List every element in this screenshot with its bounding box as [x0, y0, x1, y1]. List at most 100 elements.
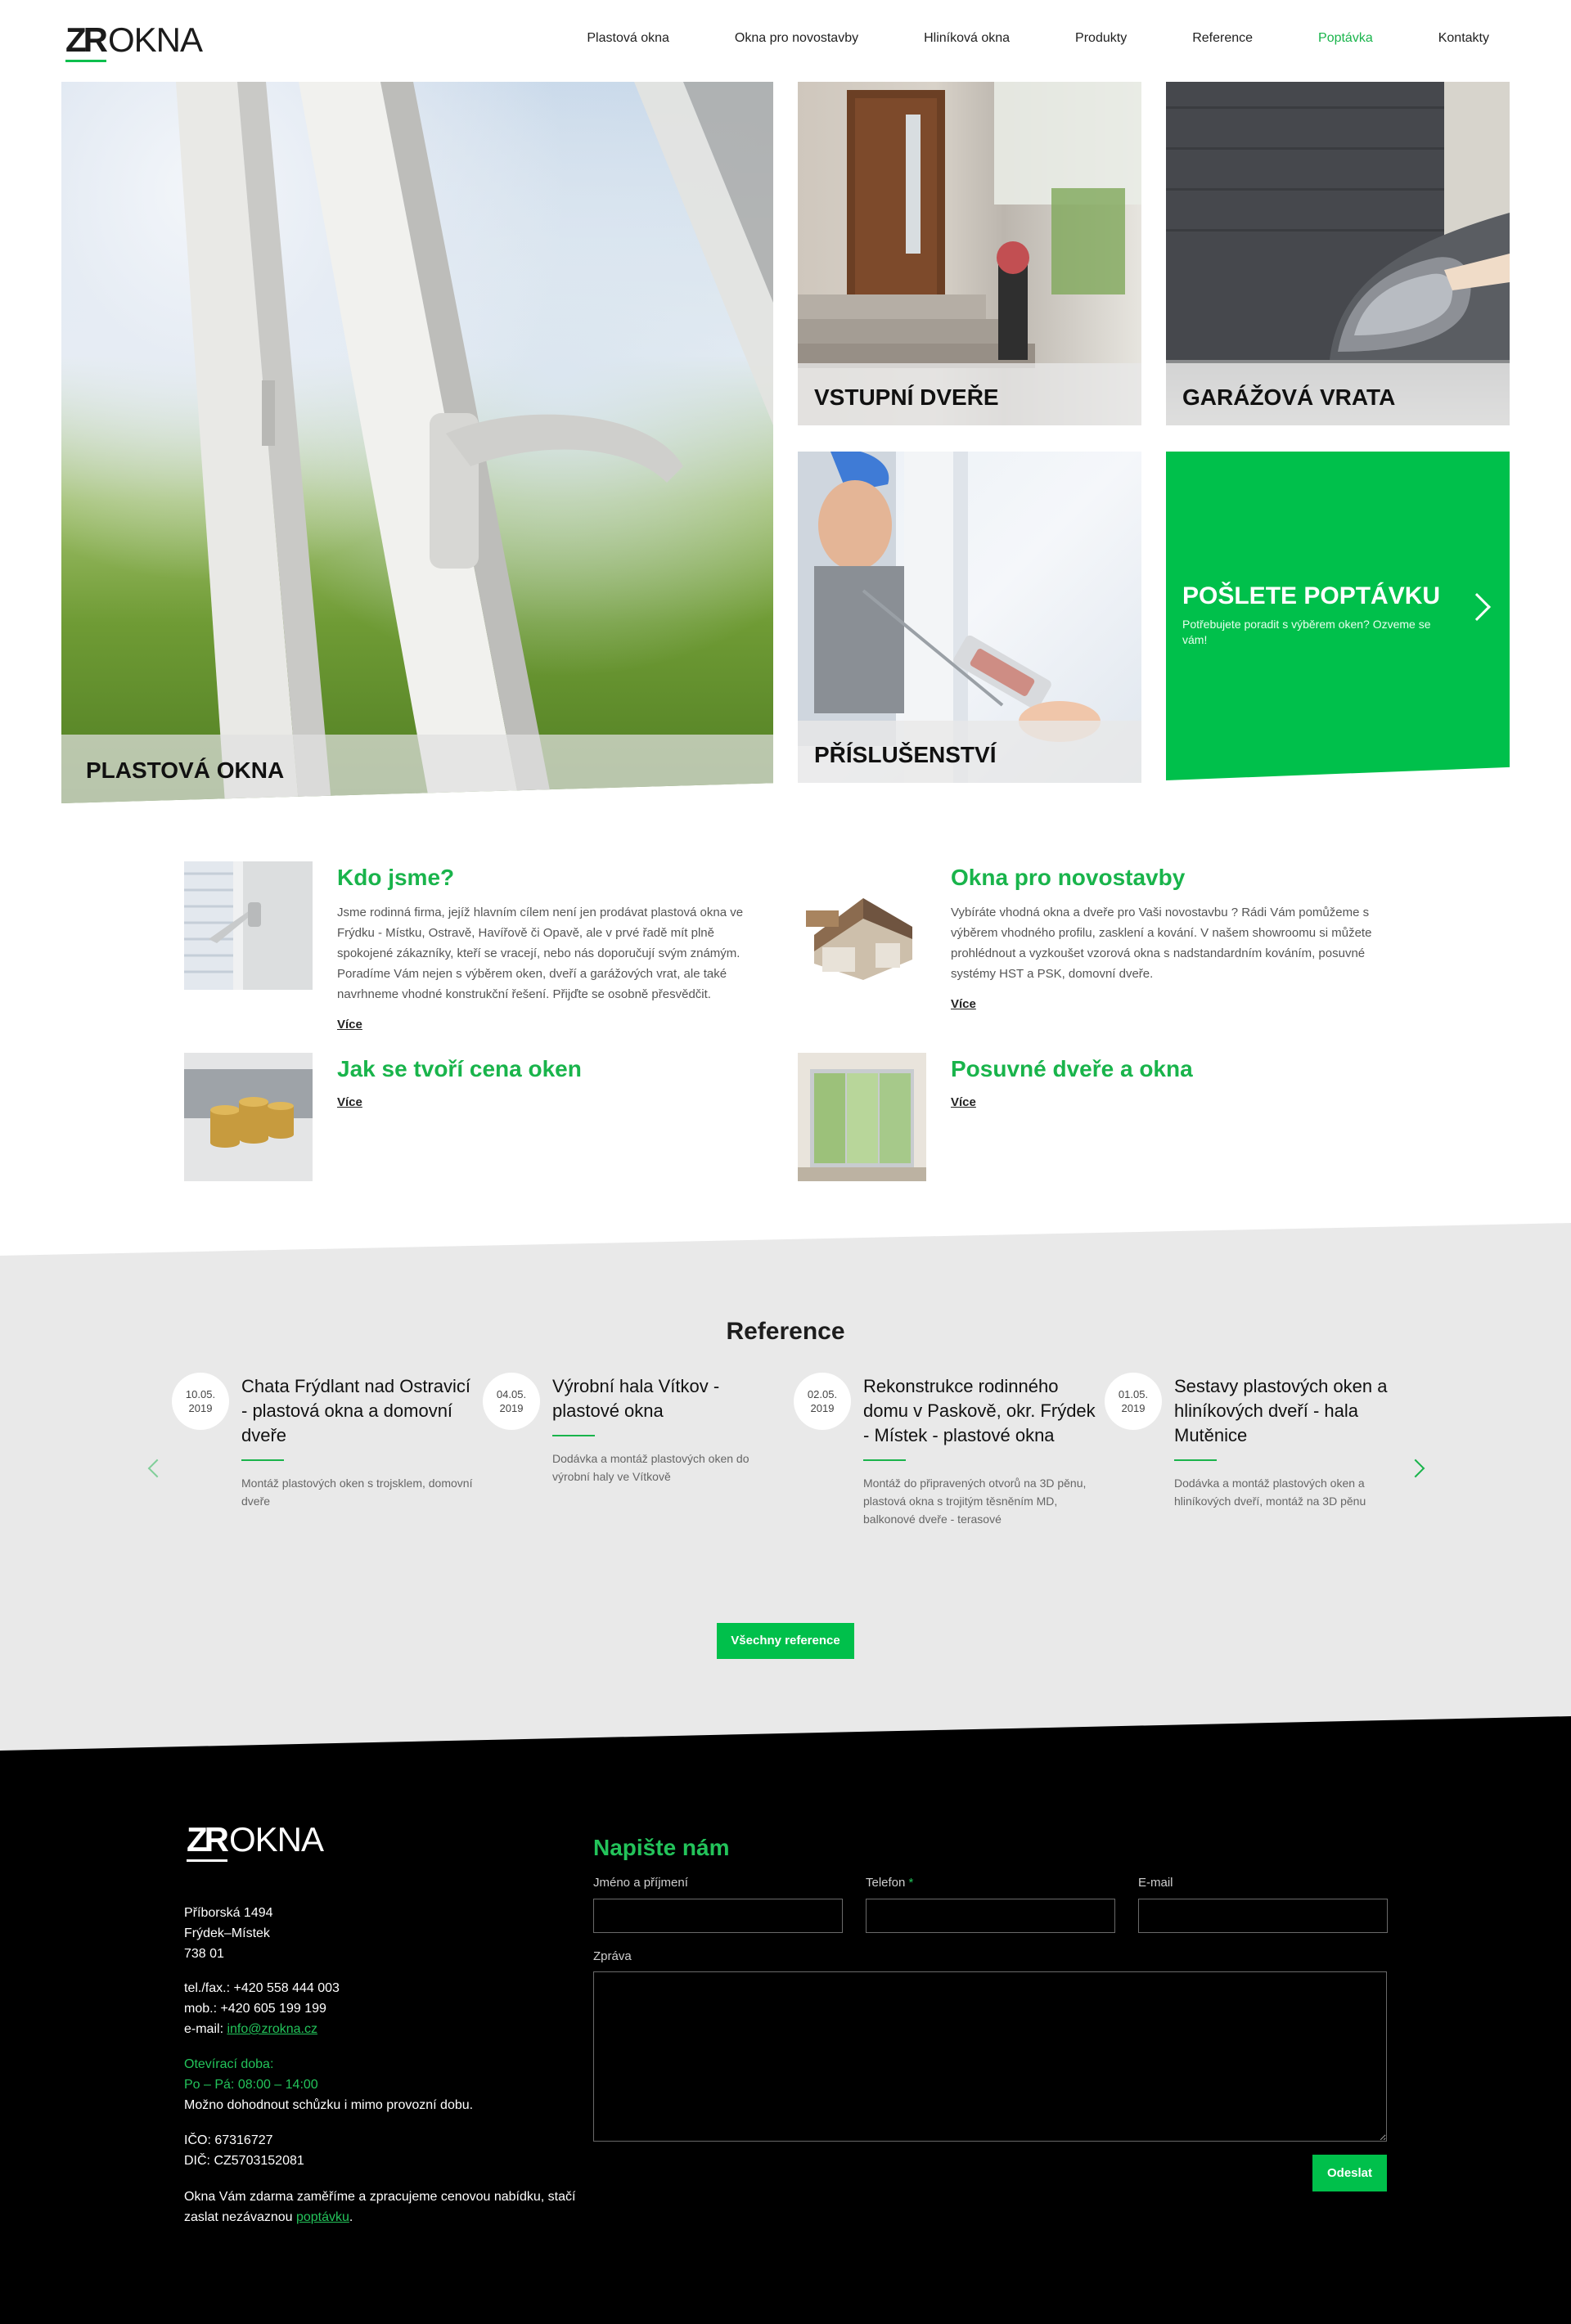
- offer-end: .: [349, 2210, 353, 2224]
- tile-label-garazova-vrata: GARÁŽOVÁ VRATA: [1166, 363, 1510, 425]
- reference-divider: [863, 1459, 906, 1461]
- info-text: Vybíráte vhodná okna a dveře pro Vaši no…: [951, 906, 1372, 981]
- footer-contacts: tel./fax.: +420 558 444 003 mob.: +420 6…: [184, 1978, 577, 2039]
- reference-date-day: 10.05.: [185, 1388, 216, 1400]
- info-title: Okna pro novostavby: [951, 865, 1186, 890]
- phone-label: Telefon: [866, 1876, 906, 1890]
- footer-logo[interactable]: ZR OKNA: [187, 1820, 324, 1862]
- nav-item-reference[interactable]: Reference: [1192, 31, 1253, 46]
- message-field[interactable]: [593, 1971, 1387, 2142]
- cta-text: Potřebujete poradit s výběrem oken? Ozve…: [1182, 618, 1431, 646]
- all-references-button[interactable]: Všechny reference: [717, 1623, 854, 1659]
- required-mark: *: [908, 1876, 914, 1890]
- reference-description: Dodávka a montáž plastových oken a hliní…: [1174, 1477, 1366, 1508]
- email-link[interactable]: info@zrokna.cz: [227, 2022, 317, 2036]
- address-line: Příborská 1494: [184, 1906, 273, 1920]
- coins-thumbnail: [184, 1053, 313, 1181]
- reference-date-year: 2019: [499, 1402, 524, 1414]
- footer-ico: IČO: 67316727: [184, 2133, 273, 2147]
- tile-vstupni-dvere[interactable]: VSTUPNÍ DVEŘE: [798, 82, 1141, 425]
- phone-label-wrap: Telefon *: [866, 1876, 913, 1890]
- hours-note: Možno dohodnout schůzku i mimo provozní …: [184, 2098, 474, 2112]
- site-logo[interactable]: ZR OKNA: [65, 20, 203, 62]
- name-label: Jméno a příjmení: [593, 1876, 688, 1890]
- address-line: Frýdek–Místek: [184, 1926, 270, 1940]
- email-field-label: E-mail: [1138, 1876, 1173, 1890]
- reference-title: Reference: [726, 1318, 845, 1345]
- footer-offer: Okna Vám zdarma zaměříme a zpracujeme ce…: [184, 2187, 577, 2227]
- info-text: Jsme rodinná firma, jejíž hlavním cílem …: [337, 906, 744, 1001]
- reference-divider: [241, 1459, 284, 1461]
- phone-field[interactable]: [866, 1899, 1115, 1933]
- reference-text: Výrobní hala Vítkov - plastové okna Dodá…: [552, 1374, 786, 1486]
- info-body: Jak se tvoří cena oken Více: [337, 1053, 771, 1110]
- address-line: 738 01: [184, 1947, 224, 1961]
- tile-label-prislusenstvi: PŘÍSLUŠENSTVÍ: [798, 721, 1141, 783]
- offer-text: Okna Vám zdarma zaměříme a zpracujeme ce…: [184, 2190, 576, 2224]
- nav-item-okna-pro-novostavby[interactable]: Okna pro novostavby: [735, 31, 858, 46]
- submit-button[interactable]: Odeslat: [1312, 2155, 1387, 2191]
- nav-item-produkty[interactable]: Produkty: [1075, 31, 1127, 46]
- nav-item-kontakty[interactable]: Kontakty: [1438, 31, 1489, 46]
- nav-item-plastova-okna[interactable]: Plastová okna: [587, 31, 669, 46]
- reference-divider: [1174, 1459, 1217, 1461]
- footer-company-ids: IČO: 67316727 DIČ: CZ5703152081: [184, 2130, 577, 2171]
- hours-title: Otevírací doba:: [184, 2057, 274, 2071]
- sliding-door-thumbnail: [798, 1053, 926, 1181]
- reference-heading: Sestavy plastových oken a hliníkových dv…: [1174, 1376, 1388, 1445]
- reference-description: Montáž plastových oken s trojsklem, domo…: [241, 1477, 473, 1508]
- reference-text: Sestavy plastových oken a hliníkových dv…: [1174, 1374, 1407, 1510]
- reference-text: Rekonstrukce rodinného domu v Paskově, o…: [863, 1374, 1096, 1528]
- footer-phone: tel./fax.: +420 558 444 003: [184, 1981, 340, 1995]
- reference-description: Montáž do připravených otvorů na 3D pěnu…: [863, 1477, 1087, 1526]
- main-nav: Plastová okna Okna pro novostavby Hliník…: [521, 31, 1489, 46]
- reference-heading: Chata Frýdlant nad Ostravicí - plastová …: [241, 1376, 471, 1445]
- logo-mark: ZR: [187, 1820, 229, 1862]
- reference-date-day: 04.05.: [496, 1388, 527, 1400]
- footer-mobile: mob.: +420 605 199 199: [184, 2002, 326, 2016]
- nav-item-hlinikova-okna[interactable]: Hliníková okna: [924, 31, 1010, 46]
- more-link[interactable]: Více: [951, 1095, 976, 1109]
- info-body: Posuvné dveře a okna Více: [951, 1053, 1384, 1110]
- footer-dic: DIČ: CZ5703152081: [184, 2154, 304, 2168]
- footer-hours: Otevírací doba: Po – Pá: 08:00 – 14:00 M…: [184, 2054, 577, 2115]
- offer-link[interactable]: poptávku: [296, 2210, 349, 2224]
- logo-text: OKNA: [108, 20, 203, 59]
- reference-date-year: 2019: [188, 1402, 213, 1414]
- tile-poslete-poptavku[interactable]: POŠLETE POPTÁVKU Potřebujete poradit s v…: [1166, 452, 1510, 780]
- nav-item-poptavka[interactable]: Poptávka: [1318, 31, 1373, 46]
- info-title: Jak se tvoří cena oken: [337, 1056, 582, 1081]
- site-header: ZR OKNA Plastová okna Okna pro novostavb…: [0, 0, 1571, 82]
- footer-address: Příborská 1494 Frýdek–Místek 738 01: [184, 1903, 577, 1964]
- message-label: Zpráva: [593, 1949, 632, 1963]
- house-thumbnail: [798, 861, 926, 990]
- info-title: Kdo jsme?: [337, 865, 455, 890]
- reference-date-year: 2019: [1121, 1402, 1146, 1414]
- reference-description: Dodávka a montáž plastových oken do výro…: [552, 1452, 749, 1483]
- more-link[interactable]: Více: [337, 1018, 362, 1032]
- reference-date: 04.05. 2019: [483, 1373, 540, 1430]
- footer-email-row: e-mail: info@zrokna.cz: [184, 2019, 577, 2039]
- logo-text: OKNA: [229, 1820, 324, 1859]
- tile-garazova-vrata[interactable]: GARÁŽOVÁ VRATA: [1166, 82, 1510, 425]
- info-body: Kdo jsme? Jsme rodinná firma, jejíž hlav…: [337, 861, 771, 1032]
- reference-heading: Výrobní hala Vítkov - plastové okna: [552, 1376, 720, 1421]
- more-link[interactable]: Více: [337, 1095, 362, 1109]
- tile-prislusenstvi[interactable]: PŘÍSLUŠENSTVÍ: [798, 452, 1141, 783]
- logo-mark: ZR: [65, 20, 108, 62]
- email-field[interactable]: [1138, 1899, 1388, 1933]
- reference-text: Chata Frýdlant nad Ostravicí - plastová …: [241, 1374, 475, 1510]
- cta-title: POŠLETE POPTÁVKU: [1182, 582, 1441, 609]
- page: ZR OKNA Plastová okna Okna pro novostavb…: [0, 0, 1571, 2324]
- tile-label-plastova-okna: PLASTOVÁ OKNA: [61, 735, 773, 803]
- reference-date: 02.05. 2019: [794, 1373, 851, 1430]
- handle-thumbnail: [184, 861, 313, 990]
- tile-label-vstupni-dvere: VSTUPNÍ DVEŘE: [798, 363, 1141, 425]
- reference-date: 10.05. 2019: [172, 1373, 229, 1430]
- name-field[interactable]: [593, 1899, 843, 1933]
- more-link[interactable]: Více: [951, 997, 976, 1011]
- reference-date-year: 2019: [810, 1402, 835, 1414]
- contact-form-title: Napište nám: [593, 1835, 730, 1860]
- tile-plastova-okna[interactable]: PLASTOVÁ OKNA: [61, 82, 773, 803]
- email-label: e-mail:: [184, 2022, 227, 2036]
